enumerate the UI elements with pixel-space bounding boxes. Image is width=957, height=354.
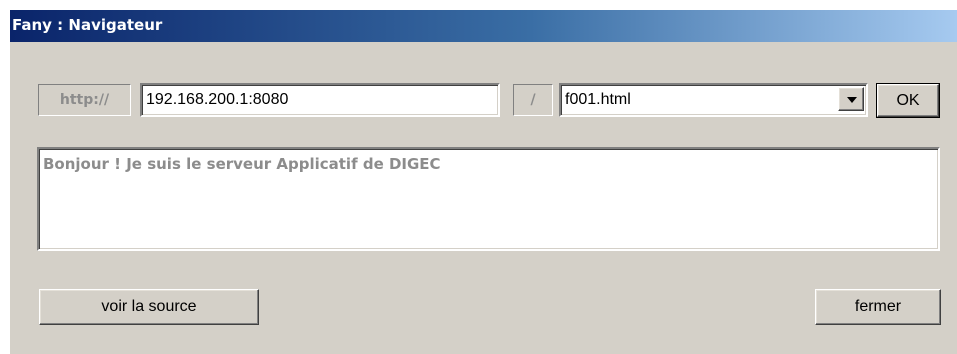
path-separator-label: / bbox=[513, 84, 553, 116]
dropdown-button[interactable] bbox=[838, 87, 864, 111]
host-input[interactable]: 192.168.200.1:8080 bbox=[140, 83, 500, 117]
view-source-button[interactable]: voir la source bbox=[39, 289, 259, 325]
title-bar[interactable]: Fany : Navigateur bbox=[10, 10, 957, 42]
chevron-down-icon bbox=[847, 97, 857, 103]
page-select[interactable]: f001.html bbox=[559, 83, 868, 117]
page-select-value: f001.html bbox=[565, 91, 631, 108]
ok-button[interactable]: OK bbox=[876, 83, 940, 118]
window-title: Fany : Navigateur bbox=[12, 16, 163, 34]
close-button[interactable]: fermer bbox=[815, 289, 941, 325]
response-text: Bonjour ! Je suis le serveur Applicatif … bbox=[43, 155, 441, 173]
response-text-area[interactable]: Bonjour ! Je suis le serveur Applicatif … bbox=[37, 147, 940, 251]
navigator-window: Fany : Navigateur http:// 192.168.200.1:… bbox=[9, 9, 957, 354]
protocol-label: http:// bbox=[38, 84, 131, 116]
